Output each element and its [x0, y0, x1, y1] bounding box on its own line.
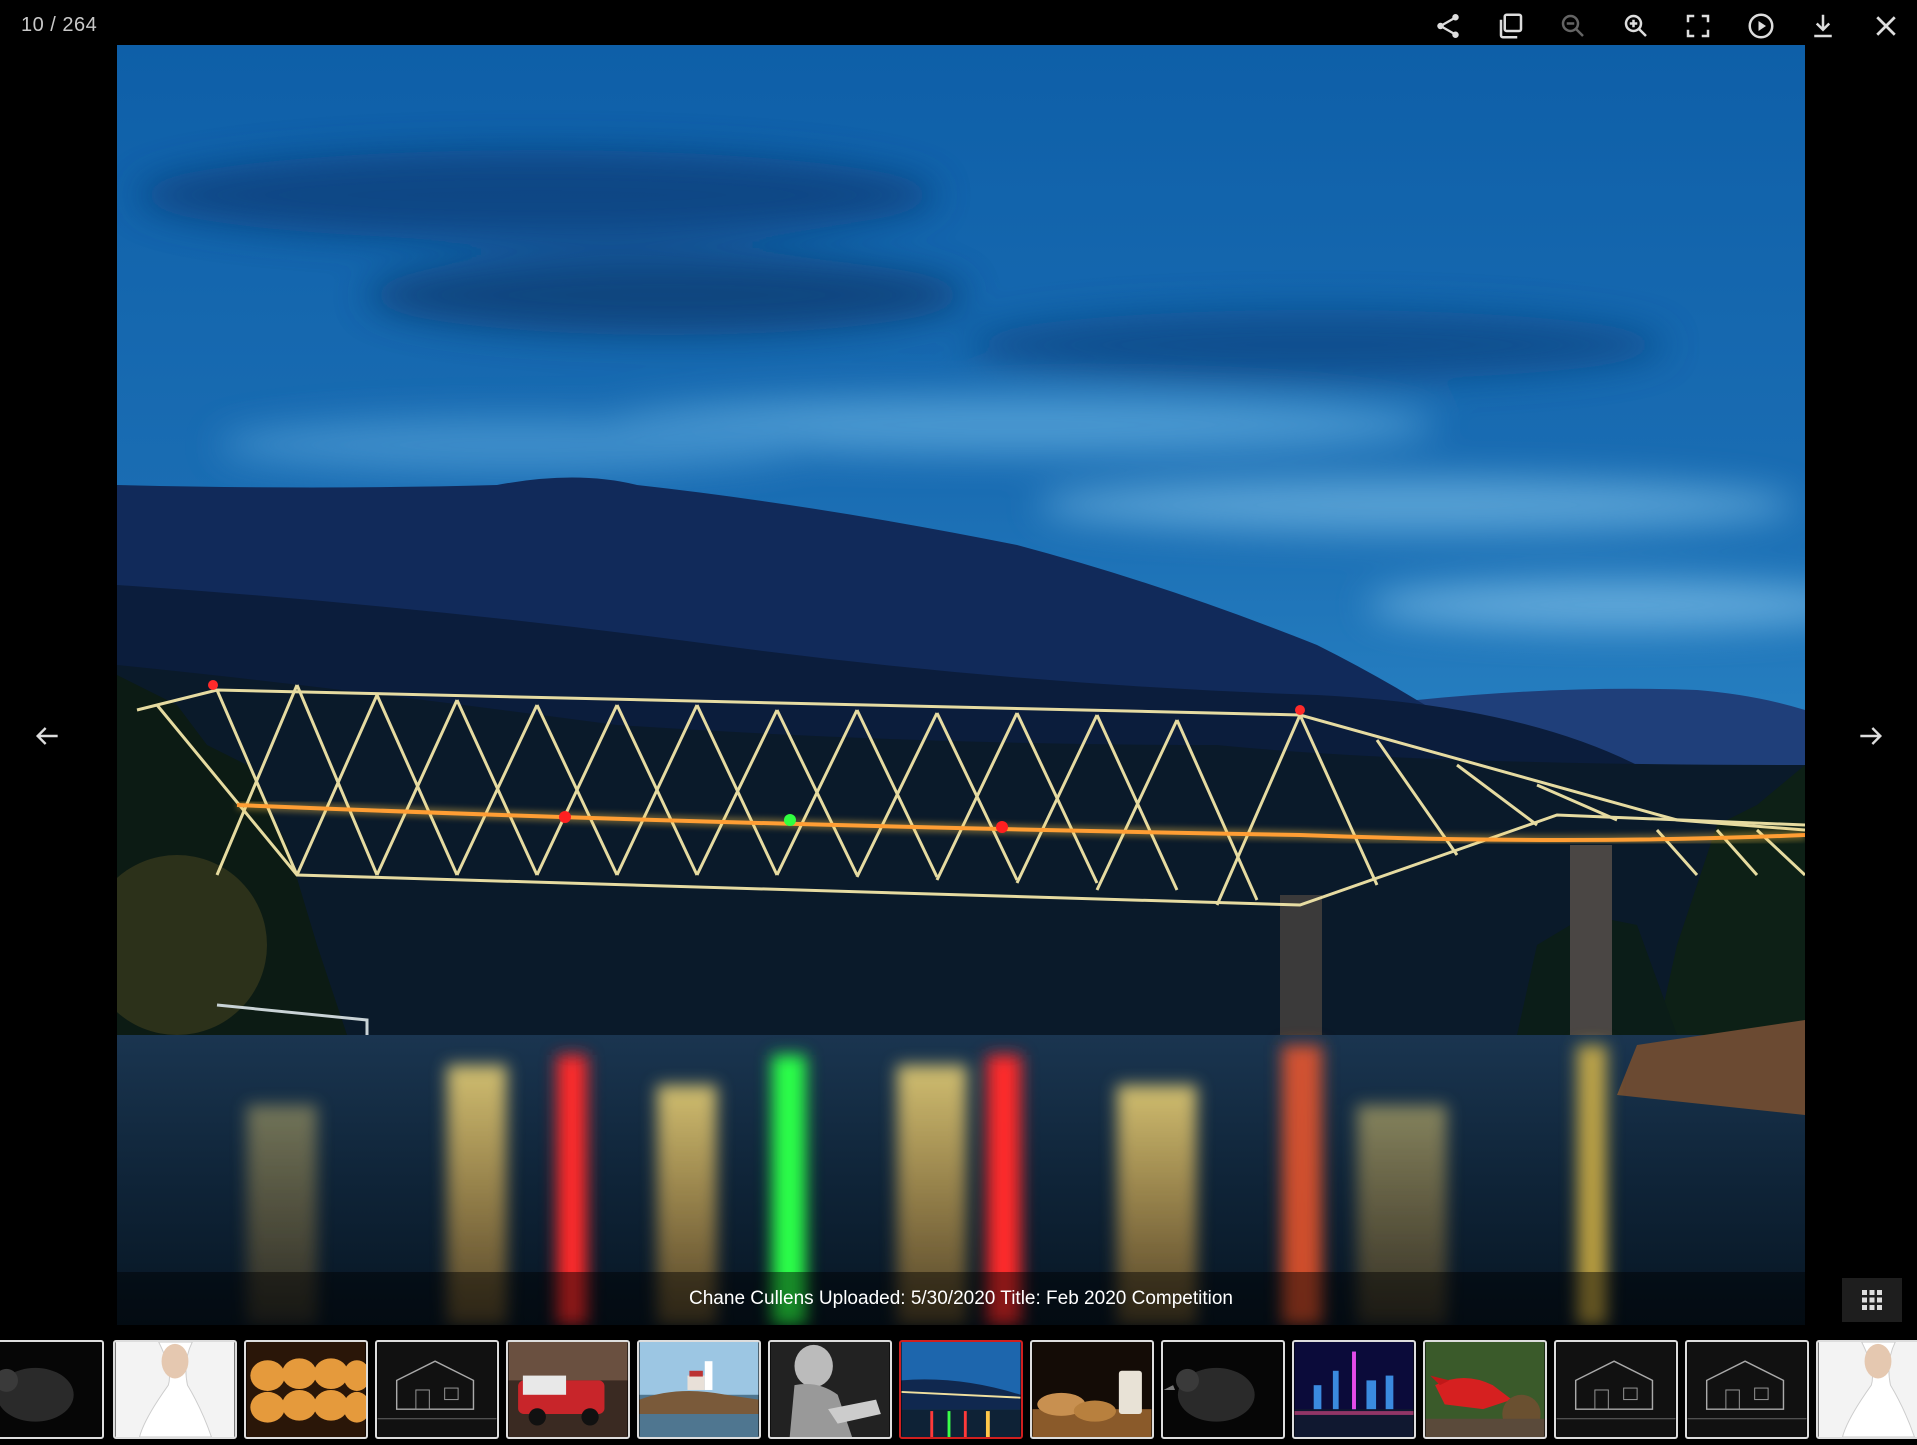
- zoom-in-icon: [1624, 14, 1647, 37]
- close-icon: [1876, 16, 1896, 36]
- thumbnail-item[interactable]: [244, 1340, 368, 1439]
- image-counter: 10 / 264: [21, 14, 98, 36]
- previous-button[interactable]: [17, 710, 77, 762]
- thumbnail-item[interactable]: [1816, 1340, 1917, 1439]
- copy-icon: [1499, 13, 1522, 39]
- thumbnail-item[interactable]: [1685, 1340, 1809, 1439]
- next-button[interactable]: [1841, 710, 1901, 762]
- thumbnail-item[interactable]: [768, 1340, 892, 1439]
- share-icon: [1437, 14, 1459, 38]
- grid-icon: [1862, 1290, 1882, 1310]
- download-icon: [1814, 14, 1832, 38]
- close-button[interactable]: [1855, 0, 1917, 52]
- photo-caption: Chane Cullens Uploaded: 5/30/2020 Title:…: [117, 1272, 1805, 1325]
- play-icon: [1748, 13, 1774, 39]
- arrow-right-icon: [1860, 727, 1883, 745]
- thumbnail-item[interactable]: [113, 1340, 237, 1439]
- thumbnail-item[interactable]: [637, 1340, 761, 1439]
- thumbnail-strip: [0, 1325, 1917, 1445]
- fullscreen-icon: [1687, 14, 1710, 38]
- arrow-left-icon: [35, 727, 58, 745]
- zoom-out-icon: [1562, 14, 1585, 37]
- main-photo: [117, 45, 1805, 1325]
- thumbnail-item[interactable]: [506, 1340, 630, 1439]
- thumbnail-item[interactable]: [0, 1340, 104, 1439]
- thumbnail-item[interactable]: [1423, 1340, 1547, 1439]
- thumbnail-item[interactable]: [1292, 1340, 1416, 1439]
- thumbnail-item[interactable]: [375, 1340, 499, 1439]
- photo-lightbox: 10 / 264 Chane Cullens Uploaded: 5/30/20…: [0, 0, 1917, 1445]
- thumbnail-item-active[interactable]: [899, 1340, 1023, 1439]
- thumbnail-toggle-button[interactable]: [1842, 1278, 1902, 1322]
- thumbnail-item[interactable]: [1161, 1340, 1285, 1439]
- thumbnail-item[interactable]: [1554, 1340, 1678, 1439]
- thumbnail-item[interactable]: [1030, 1340, 1154, 1439]
